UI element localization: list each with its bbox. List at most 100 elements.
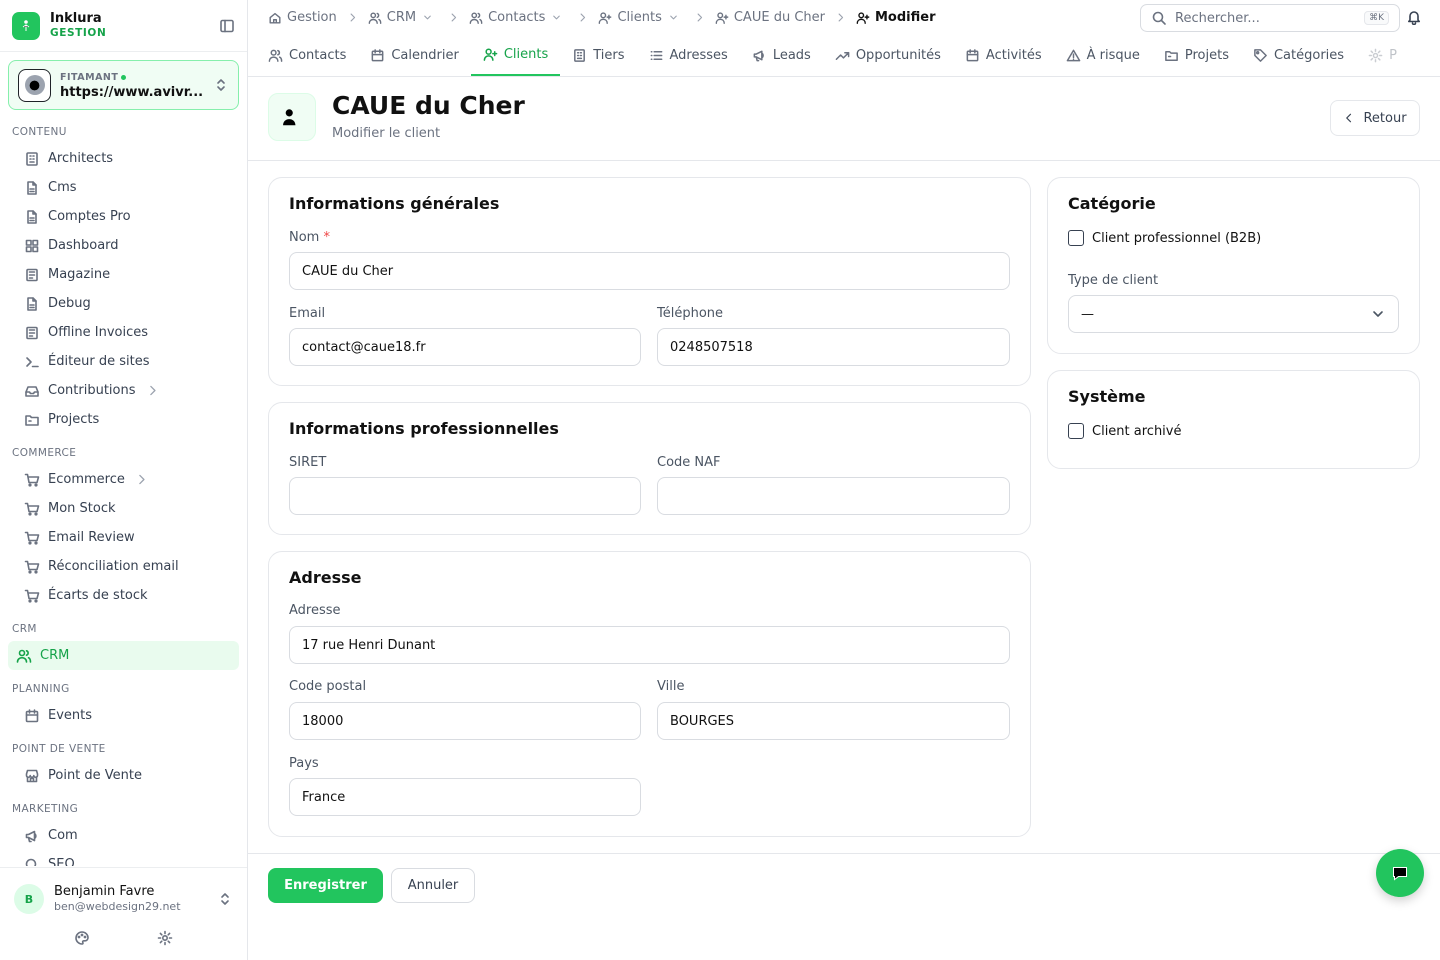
sidebar-item-mon-stock[interactable]: Mon Stock <box>8 494 239 523</box>
email-field[interactable]: contact@caue18.fr <box>289 328 641 366</box>
sidebar-item-cms[interactable]: Cms <box>8 173 239 202</box>
home-icon <box>268 11 282 25</box>
search-input[interactable]: Rechercher... ⌘K <box>1140 4 1400 32</box>
tab-tiers[interactable]: Tiers <box>560 35 636 76</box>
sidebar-item-editeur-de-sites[interactable]: Éditeur de sites <box>8 347 239 376</box>
sidebar-item-seo[interactable]: SEO <box>8 850 239 866</box>
tab-label: Activités <box>985 48 1042 63</box>
sidebar-item-label: Mon Stock <box>48 501 116 516</box>
sidebar-item-projects[interactable]: Projects <box>8 405 239 434</box>
brand-logo-icon[interactable] <box>12 11 40 40</box>
breadcrumb-item-gestion[interactable]: Gestion <box>268 10 337 25</box>
tab-label: À risque <box>1086 48 1140 63</box>
client-type-select[interactable]: — <box>1068 295 1399 333</box>
sidebar-item-point-de-vente[interactable]: Point de Vente <box>8 761 239 790</box>
sidebar-item-contributions[interactable]: Contributions <box>8 376 239 405</box>
sidebar-item-ecommerce[interactable]: Ecommerce <box>8 465 239 494</box>
palette-icon[interactable] <box>74 930 90 946</box>
sidebar: Inklura GESTION FITAMANT https://www.avi… <box>0 0 248 960</box>
adresse-label: Adresse <box>289 603 341 618</box>
tab-label: Clients <box>503 47 549 62</box>
cancel-button[interactable]: Annuler <box>391 868 475 903</box>
naf-field[interactable] <box>657 477 1010 515</box>
breadcrumb-item-contacts[interactable]: Contacts <box>469 10 567 25</box>
tab-adresses[interactable]: Adresses <box>637 35 740 76</box>
country-field[interactable]: France <box>289 778 641 816</box>
chevron-down-icon[interactable] <box>422 12 433 23</box>
back-button-label: Retour <box>1363 110 1407 126</box>
sidebar-item-com[interactable]: Com <box>8 821 239 850</box>
folder-icon <box>24 412 40 428</box>
siret-field[interactable] <box>289 477 641 515</box>
breadcrumb-item-caue-du-cher[interactable]: CAUE du Cher <box>715 10 825 25</box>
chevron-right-icon <box>146 384 159 397</box>
tab-label: Leads <box>772 48 811 63</box>
phone-label: Téléphone <box>657 306 724 321</box>
back-button[interactable]: Retour <box>1330 100 1420 136</box>
sidebar-item-dashboard[interactable]: Dashboard <box>8 231 239 260</box>
tab-calendrier[interactable]: Calendrier <box>358 35 470 76</box>
breadcrumb-item-clients[interactable]: Clients <box>598 10 683 25</box>
bell-icon[interactable] <box>1406 9 1422 25</box>
sidebar-toggle-icon[interactable] <box>219 18 235 34</box>
sidebar-item-offline-invoices[interactable]: Offline Invoices <box>8 318 239 347</box>
page-header: CAUE du Cher Modifier le client Retour <box>248 77 1440 161</box>
sidebar-item-email-review[interactable]: Email Review <box>8 523 239 552</box>
chevron-down-icon <box>1370 306 1386 322</box>
tab-contacts[interactable]: Contacts <box>256 35 358 76</box>
adresse-field[interactable]: 17 rue Henri Dunant <box>289 626 1010 664</box>
sidebar-item-comptes-pro[interactable]: Comptes Pro <box>8 202 239 231</box>
save-button[interactable]: Enregistrer <box>268 868 383 903</box>
user-menu[interactable]: B Benjamin Favre ben@webdesign29.net <box>0 868 247 914</box>
search-placeholder: Rechercher... <box>1175 10 1260 26</box>
b2b-checkbox-row[interactable]: Client professionnel (B2B) <box>1068 230 1261 246</box>
site-selector[interactable]: FITAMANT https://www.avivr... <box>8 60 239 110</box>
tab-leads[interactable]: Leads <box>740 35 823 76</box>
phone-field[interactable]: 0248507518 <box>657 328 1010 366</box>
sidebar-item-architects[interactable]: Architects <box>8 144 239 173</box>
chevron-down-icon[interactable] <box>551 12 562 23</box>
users-icon <box>16 648 32 664</box>
chevron-down-icon[interactable] <box>668 12 679 23</box>
tab-categories[interactable]: Catégories <box>1241 35 1356 76</box>
search-icon <box>24 857 40 866</box>
topbar: Gestion CRM Contacts Clients CAUE du Cher Mod… <box>248 0 1440 35</box>
gear-icon[interactable] <box>157 930 173 946</box>
sidebar-item-ecarts-de-stock[interactable]: Écarts de stock <box>8 581 239 610</box>
sidebar-item-label: Com <box>48 828 78 843</box>
archived-checkbox-row[interactable]: Client archivé <box>1068 423 1181 439</box>
chat-icon <box>1393 867 1407 881</box>
breadcrumb-item-crm[interactable]: CRM <box>368 10 438 25</box>
crm-tabs: Contacts Calendrier Clients Tiers Adresses Le… <box>248 35 1440 77</box>
city-field[interactable]: BOURGES <box>657 702 1010 740</box>
tab-opportunites[interactable]: Opportunités <box>823 35 953 76</box>
tab-projets[interactable]: Projets <box>1152 35 1241 76</box>
search-shortcut: ⌘K <box>1364 11 1389 25</box>
chevron-right-icon <box>694 12 705 23</box>
b2b-checkbox[interactable] <box>1068 230 1084 246</box>
brand-subtitle: GESTION <box>50 26 107 39</box>
sidebar-item-events[interactable]: Events <box>8 701 239 730</box>
archived-label: Client archivé <box>1092 423 1182 439</box>
sidebar-item-reconciliation-email[interactable]: Réconciliation email <box>8 552 239 581</box>
sidebar-item-magazine[interactable]: Magazine <box>8 260 239 289</box>
tab-activites[interactable]: Activités <box>953 35 1054 76</box>
nom-field[interactable]: CAUE du Cher <box>289 252 1010 290</box>
tab-p[interactable]: P <box>1356 35 1409 76</box>
archived-checkbox[interactable] <box>1068 423 1084 439</box>
sidebar-item-crm[interactable]: CRM <box>8 641 239 670</box>
chat-button[interactable] <box>1376 849 1424 897</box>
postal-code-field[interactable]: 18000 <box>289 702 641 740</box>
tab-label: Tiers <box>593 48 625 63</box>
user-plus-icon <box>268 93 316 141</box>
tab-a-risque[interactable]: À risque <box>1054 35 1152 76</box>
chevron-left-icon <box>1343 112 1355 124</box>
card-title: Adresse <box>289 568 362 587</box>
sidebar-item-label: Cms <box>48 180 77 195</box>
tab-clients[interactable]: Clients <box>470 35 561 76</box>
tab-label: Contacts <box>289 48 347 63</box>
client-type-label: Type de client <box>1068 273 1159 288</box>
sidebar-item-debug[interactable]: Debug <box>8 289 239 318</box>
sidebar-item-label: Projects <box>48 412 100 427</box>
user-panel: B Benjamin Favre ben@webdesign29.net <box>0 867 247 960</box>
